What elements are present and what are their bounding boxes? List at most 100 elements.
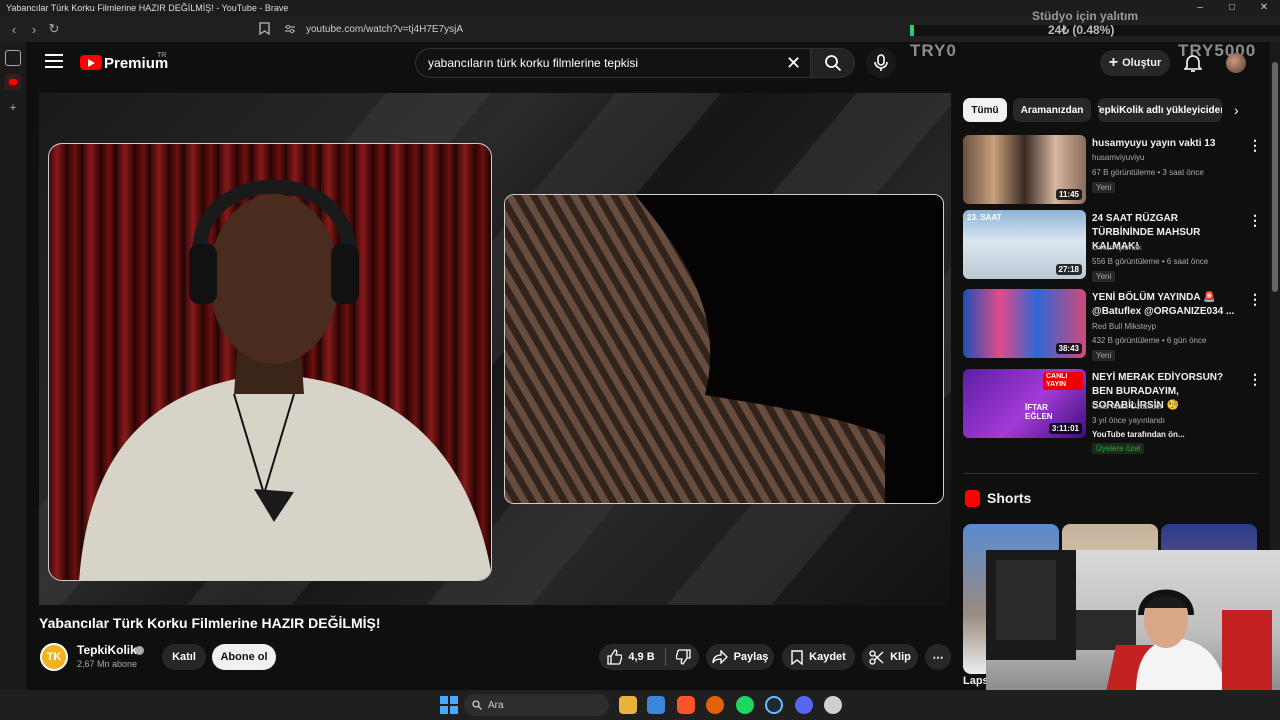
video-title: Yabancılar Türk Korku Filmlerine HAZIR D… [39,615,381,631]
store-icon[interactable] [647,696,665,714]
app-icon[interactable] [824,696,842,714]
back-icon[interactable]: ‹ [4,22,24,37]
create-label: Oluştur [1122,57,1162,69]
recommendation-reason: YouTube tarafından ön... [1092,430,1185,439]
share-label: Paylaş [733,651,769,663]
recommendation-channel[interactable]: Onur Naci Öztürkler [1092,402,1163,411]
file-explorer-icon[interactable] [619,696,637,714]
forward-icon[interactable]: › [24,22,44,37]
maximize-button[interactable]: □ [1216,0,1248,16]
subscriber-count: 2,67 Mn abone [77,659,138,669]
video-duration: 3:11:01 [1048,423,1082,434]
scissors-icon [869,649,884,665]
new-badge: Yeni [1092,350,1116,361]
chip-all[interactable]: Tümü [963,98,1007,122]
search-button[interactable] [810,48,855,78]
members-only-badge: Üyelere özel [1092,443,1145,454]
video-duration: 27:18 [1055,264,1082,275]
movie-scene-image [505,195,885,503]
thumbs-up-icon[interactable] [606,649,623,665]
hamburger-menu-icon[interactable] [45,54,63,72]
taskbar [0,690,1280,720]
recommendation-title[interactable]: husamyuyu yayın vakti 13 [1092,137,1240,151]
short-title[interactable]: Laps [963,675,989,687]
thumbs-down-icon[interactable] [675,649,692,665]
discord-icon[interactable] [795,696,813,714]
new-badge: Yeni [1092,271,1116,282]
taskbar-search-placeholder: Ara [488,699,504,711]
channel-name[interactable]: TepkiKolik [77,643,137,657]
steam-icon[interactable] [765,696,783,714]
verified-badge-icon [135,646,144,655]
new-badge: Yeni [1092,182,1116,193]
chip-from-uploader[interactable]: TepkiKolik adlı yükleyiciden [1098,98,1222,122]
video-thumbnail[interactable]: CANLI YAYIN İFTAR EĞLEN 3:11:01 [963,369,1086,438]
recommendation-item[interactable]: CANLI YAYIN İFTAR EĞLEN 3:11:01 NEYİ MER… [963,369,1263,459]
video-thumbnail[interactable]: 23. SAAT 27:18 [963,210,1086,279]
thumbnail-text: 23. SAAT [967,213,1002,222]
video-duration: 11:45 [1055,189,1082,200]
taskbar-search[interactable]: Ara [464,694,609,716]
window-title: Yabancılar Türk Korku Filmlerine HAZIR D… [6,3,289,13]
scrollbar-thumb[interactable] [1272,62,1278,292]
recommendation-item[interactable]: 23. SAAT 27:18 24 SAAT RÜZGAR TÜRBİNİNDE… [963,210,1263,282]
create-button[interactable]: + Oluştur [1100,50,1170,76]
video-duration: 38:43 [1055,343,1082,354]
add-panel-icon[interactable]: + [5,100,21,116]
video-thumbnail[interactable]: 38:43 [963,289,1086,358]
video-thumbnail[interactable]: 11:45 [963,135,1086,204]
like-count[interactable]: 4,9 B [628,651,654,663]
more-actions-icon[interactable]: ⋯ [925,644,951,670]
windows-start-icon[interactable] [440,696,458,714]
more-options-icon[interactable]: ⋮ [1248,291,1262,308]
streamer-webcam-image [986,550,1272,692]
brave-browser-icon[interactable] [677,696,695,714]
notifications-bell-icon[interactable] [1184,53,1202,73]
shorts-heading: Shorts [987,490,1032,506]
minimize-button[interactable]: – [1184,0,1216,16]
browser-sidebar: + [0,42,26,690]
more-options-icon[interactable]: ⋮ [1248,137,1262,154]
recommendation-item[interactable]: 11:45 husamyuyu yayın vakti 13 husamviyu… [963,135,1263,205]
url-text: youtube.com/watch?v=tj4H7E7ysjA [306,23,464,35]
subscribe-button[interactable]: Abone ol [212,644,276,670]
more-options-icon[interactable]: ⋮ [1248,371,1262,388]
sidebar-panel-icon[interactable] [5,50,21,66]
join-button[interactable]: Katıl [162,644,206,670]
recommendation-item[interactable]: 38:43 YENİ BÖLÜM YAYINDA 🚨 @Batuflex @OR… [963,289,1263,361]
youtube-tab-icon[interactable] [5,74,21,90]
account-avatar[interactable] [1226,53,1246,73]
more-options-icon[interactable]: ⋮ [1248,212,1262,229]
channel-avatar[interactable]: TK [40,643,68,671]
recommendation-channel[interactable]: husamviyuviyu [1092,153,1144,162]
donation-goal-min: TRY0 [910,41,957,60]
recommendation-title[interactable]: YENİ BÖLÜM YAYINDA 🚨 @Batuflex @ORGANIZE… [1092,291,1240,319]
clear-search-icon[interactable]: ✕ [786,53,801,73]
reload-icon[interactable]: ↻ [44,21,64,37]
recommendation-channel[interactable]: Red Bull Mikstеyp [1092,322,1156,331]
recommendation-meta: 432 B görüntüleme • 6 gün önce [1092,336,1207,345]
donation-progress-fill [912,25,914,36]
chips-next-chevron-icon[interactable]: › [1234,102,1239,118]
spotify-icon[interactable] [736,696,754,714]
site-settings-icon[interactable] [284,24,296,34]
video-player[interactable] [39,93,951,605]
share-icon [711,650,728,664]
close-window-button[interactable]: ✕ [1248,0,1280,16]
voice-search-button[interactable] [866,48,896,78]
share-button[interactable]: Paylaş [706,644,774,670]
streamer-webcam [986,550,1280,692]
recommendation-channel[interactable]: Orkun Işıtmak [1092,243,1142,252]
save-button[interactable]: Kaydet [782,644,855,670]
chip-from-search[interactable]: Aramanızdan [1013,98,1091,122]
section-divider [963,473,1258,474]
youtube-logo-icon[interactable] [80,55,102,70]
like-dislike-group: 4,9 B [599,644,699,670]
clip-button[interactable]: Klip [862,644,918,670]
search-input[interactable]: yabancıların türk korku filmlerine tepki… [415,48,810,78]
address-bar[interactable]: youtube.com/watch?v=tj4H7E7ysjA [254,19,904,39]
recommendation-meta: 67 B görüntüleme • 3 saat önce [1092,168,1204,177]
donation-progress-text: 24₺ (0.48%) [1048,23,1115,37]
plus-icon: + [1108,54,1119,71]
browser-alt-icon[interactable] [706,696,724,714]
